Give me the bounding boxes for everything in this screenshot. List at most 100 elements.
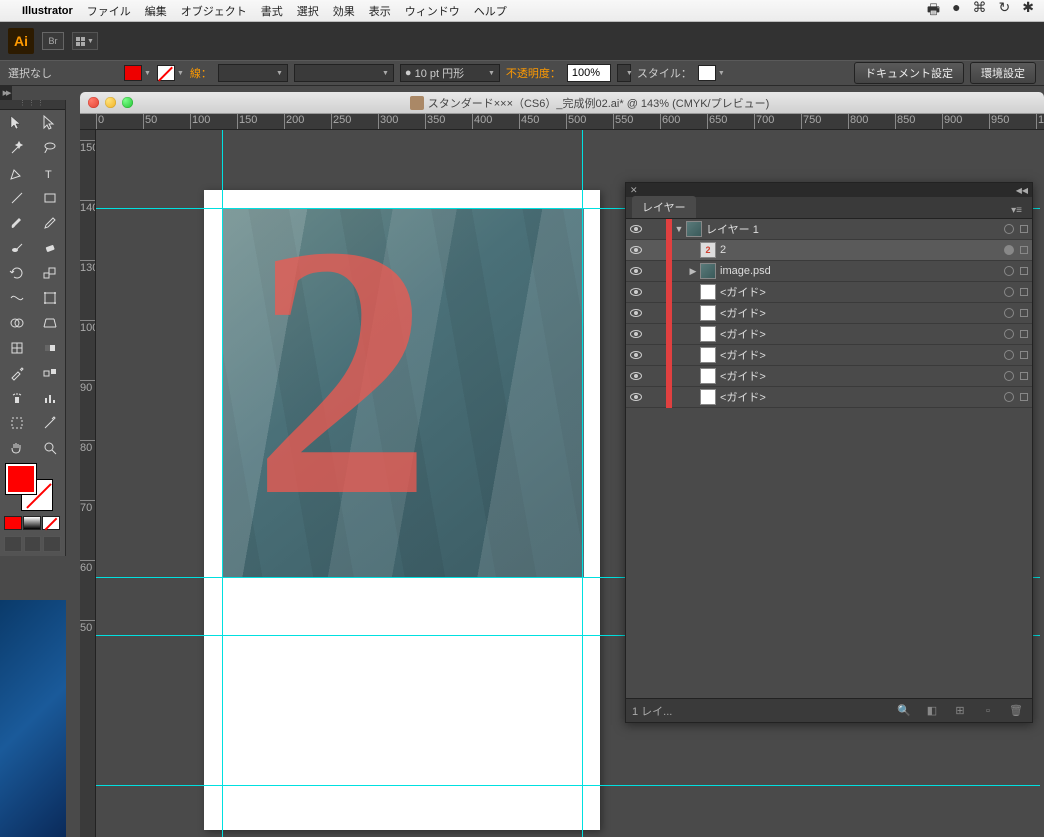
lasso-tool[interactable]: [33, 135, 66, 160]
draw-behind[interactable]: [24, 536, 42, 552]
layer-name-label[interactable]: image.psd: [720, 265, 998, 277]
variable-width-select[interactable]: ▼: [294, 64, 394, 82]
target-icon[interactable]: [1004, 350, 1014, 360]
selection-indicator[interactable]: [1020, 330, 1028, 338]
perspective-grid-tool[interactable]: [33, 310, 66, 335]
disclosure-triangle[interactable]: ▶: [686, 266, 700, 277]
layer-row[interactable]: ▼ レイヤー 1: [626, 219, 1032, 240]
layer-row[interactable]: <ガイド>: [626, 324, 1032, 345]
panel-menu-icon[interactable]: ▾≡: [1007, 203, 1026, 218]
rectangle-tool[interactable]: [33, 185, 66, 210]
visibility-toggle[interactable]: [626, 246, 646, 254]
layer-name-label[interactable]: <ガイド>: [720, 368, 998, 384]
layer-name-label[interactable]: レイヤー 1: [706, 221, 998, 237]
free-transform-tool[interactable]: [33, 285, 66, 310]
slice-tool[interactable]: [33, 410, 66, 435]
hand-tool[interactable]: [0, 435, 33, 460]
target-icon[interactable]: [1004, 287, 1014, 297]
opacity-dropdown[interactable]: ▼: [617, 64, 631, 82]
window-minimize-button[interactable]: [105, 97, 116, 108]
delete-layer-button[interactable]: 🗑: [1006, 703, 1026, 719]
tray-bluetooth-icon[interactable]: ✱: [1022, 0, 1034, 23]
selection-indicator[interactable]: [1020, 351, 1028, 359]
target-icon[interactable]: [1004, 266, 1014, 276]
panel-grip[interactable]: ✕ ◀◀: [626, 183, 1032, 197]
document-setup-button[interactable]: ドキュメント設定: [854, 62, 964, 84]
direct-selection-tool[interactable]: [33, 110, 66, 135]
target-icon[interactable]: [1004, 245, 1014, 255]
blend-tool[interactable]: [33, 360, 66, 385]
target-icon[interactable]: [1004, 224, 1014, 234]
menu-view[interactable]: 表示: [369, 3, 391, 19]
layer-row[interactable]: <ガイド>: [626, 282, 1032, 303]
visibility-toggle[interactable]: [626, 372, 646, 380]
layer-row[interactable]: ▶ image.psd: [626, 261, 1032, 282]
layer-name-label[interactable]: <ガイド>: [720, 389, 998, 405]
visibility-toggle[interactable]: [626, 267, 646, 275]
bridge-button[interactable]: Br: [42, 32, 64, 50]
menu-edit[interactable]: 編集: [145, 3, 167, 19]
selection-indicator[interactable]: [1020, 372, 1028, 380]
workspace-switcher[interactable]: ▼: [72, 32, 98, 50]
menu-type[interactable]: 書式: [261, 3, 283, 19]
stroke-swatch[interactable]: ▼: [157, 65, 184, 81]
document-titlebar[interactable]: スタンダード×××（CS6）_完成例02.ai* @ 143% (CMYK/プレ…: [80, 92, 1044, 114]
new-sublayer-button[interactable]: ⊞: [950, 703, 970, 719]
tray-icon-1[interactable]: 🖶: [927, 0, 940, 23]
layer-row[interactable]: 22: [626, 240, 1032, 261]
color-mode-solid[interactable]: [4, 516, 22, 530]
layer-row[interactable]: <ガイド>: [626, 366, 1032, 387]
disclosure-triangle[interactable]: ▼: [672, 224, 686, 234]
eyedropper-tool[interactable]: [0, 360, 33, 385]
color-mode-none[interactable]: [42, 516, 60, 530]
rotate-tool[interactable]: [0, 260, 33, 285]
selection-indicator[interactable]: [1020, 288, 1028, 296]
graphic-style-swatch[interactable]: ▼: [698, 65, 725, 81]
shape-builder-tool[interactable]: [0, 310, 33, 335]
layer-name-label[interactable]: <ガイド>: [720, 347, 998, 363]
visibility-toggle[interactable]: [626, 288, 646, 296]
menu-object[interactable]: オブジェクト: [181, 3, 247, 19]
make-clipping-mask-button[interactable]: ◧: [922, 703, 942, 719]
artwork-numeral[interactable]: 2: [252, 218, 432, 524]
symbol-sprayer-tool[interactable]: [0, 385, 33, 410]
ai-logo[interactable]: Ai: [8, 28, 34, 54]
tray-cc-icon[interactable]: ⌘: [973, 0, 987, 23]
locate-object-button[interactable]: 🔍: [894, 703, 914, 719]
paintbrush-tool[interactable]: [0, 210, 33, 235]
tray-icon-2[interactable]: ●: [952, 0, 960, 23]
brush-select[interactable]: ● 10 pt 円形▼: [400, 64, 500, 82]
target-icon[interactable]: [1004, 392, 1014, 402]
menu-select[interactable]: 選択: [297, 3, 319, 19]
layer-name-label[interactable]: <ガイド>: [720, 305, 998, 321]
target-icon[interactable]: [1004, 371, 1014, 381]
pencil-tool[interactable]: [33, 210, 66, 235]
horizontal-ruler[interactable]: 0501001502002503003504004505005506006507…: [80, 114, 1044, 130]
preferences-button[interactable]: 環境設定: [970, 62, 1036, 84]
visibility-toggle[interactable]: [626, 225, 646, 233]
menu-window[interactable]: ウィンドウ: [405, 3, 460, 19]
opacity-input[interactable]: 100%: [567, 64, 611, 82]
draw-inside[interactable]: [43, 536, 61, 552]
window-zoom-button[interactable]: [122, 97, 133, 108]
menu-help[interactable]: ヘルプ: [474, 3, 507, 19]
vertical-ruler[interactable]: 1501401301009080706050: [80, 130, 96, 837]
fill-swatch[interactable]: ▼: [124, 65, 151, 81]
app-name[interactable]: Illustrator: [22, 5, 73, 17]
color-mode-gradient[interactable]: [23, 516, 41, 530]
layer-row[interactable]: <ガイド>: [626, 345, 1032, 366]
menu-file[interactable]: ファイル: [87, 3, 131, 19]
draw-normal[interactable]: [4, 536, 22, 552]
panel-close-icon[interactable]: ✕: [630, 185, 638, 196]
fill-color-box[interactable]: [6, 464, 36, 494]
line-tool[interactable]: [0, 185, 33, 210]
stroke-weight-select[interactable]: ▼: [218, 64, 288, 82]
visibility-toggle[interactable]: [626, 309, 646, 317]
eraser-tool[interactable]: [33, 235, 66, 260]
layer-name-label[interactable]: <ガイド>: [720, 284, 998, 300]
selection-indicator[interactable]: [1020, 267, 1028, 275]
selection-indicator[interactable]: [1020, 225, 1028, 233]
fill-stroke-indicator[interactable]: [0, 460, 65, 514]
magic-wand-tool[interactable]: [0, 135, 33, 160]
layer-name-label[interactable]: 2: [720, 244, 998, 256]
